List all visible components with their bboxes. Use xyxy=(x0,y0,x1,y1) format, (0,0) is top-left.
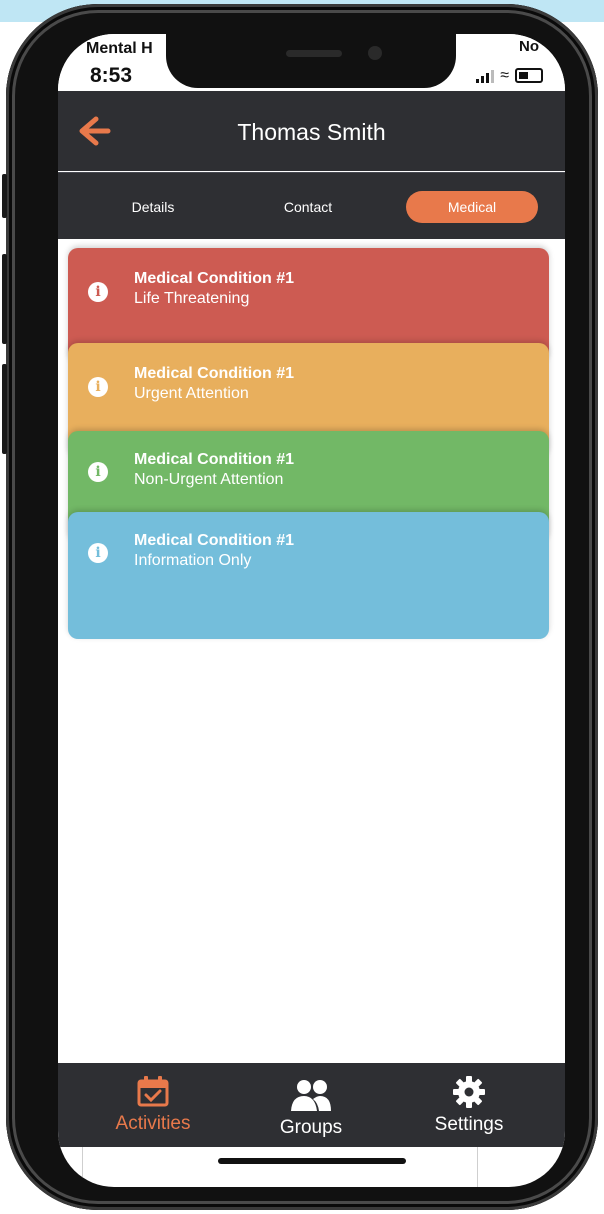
condition-severity: Urgent Attention xyxy=(134,385,249,402)
tab-contact[interactable]: Contact xyxy=(263,191,353,223)
phone-screen: Mental H No 8:53 ≈ Thomas Smith Details xyxy=(58,34,565,1187)
wifi-icon: ≈ xyxy=(500,66,509,84)
battery-icon xyxy=(515,68,543,83)
condition-title: Medical Condition #1 xyxy=(134,532,295,549)
home-indicator[interactable] xyxy=(218,1158,406,1164)
status-time: 8:53 xyxy=(90,64,133,87)
nav-label: Activities xyxy=(115,1113,191,1134)
bottom-nav: Activities Groups Settings xyxy=(58,1063,565,1147)
info-icon: i xyxy=(88,543,108,563)
tab-bar: Details Contact Medical xyxy=(58,172,565,239)
info-icon: i xyxy=(88,282,108,302)
nav-label: Groups xyxy=(279,1117,343,1138)
bottom-frame-lines xyxy=(82,1147,478,1187)
speaker-grille xyxy=(286,50,342,57)
side-button xyxy=(2,174,7,218)
status-bar: Mental H No 8:53 ≈ xyxy=(58,34,565,94)
tab-details[interactable]: Details xyxy=(108,191,198,223)
condition-severity: Life Threatening xyxy=(134,290,250,307)
info-icon: i xyxy=(88,462,108,482)
carrier-label: Mental H xyxy=(86,40,153,57)
condition-title: Medical Condition #1 xyxy=(134,365,295,382)
info-icon: i xyxy=(88,377,108,397)
gear-icon xyxy=(453,1076,485,1108)
condition-severity: Information Only xyxy=(134,552,252,569)
signal-icon xyxy=(476,69,495,83)
app-header: Thomas Smith xyxy=(58,91,565,171)
condition-card[interactable]: i Medical Condition #1 Information Only xyxy=(68,512,549,639)
nav-label: Settings xyxy=(434,1114,504,1135)
nav-activities[interactable]: Activities xyxy=(88,1063,218,1147)
calendar-check-icon xyxy=(137,1076,169,1107)
network-label: No xyxy=(519,38,539,55)
nav-settings[interactable]: Settings xyxy=(404,1063,534,1147)
front-camera xyxy=(368,46,382,60)
side-button xyxy=(2,254,7,344)
condition-severity: Non-Urgent Attention xyxy=(134,471,284,488)
nav-groups[interactable]: Groups xyxy=(246,1063,376,1147)
side-button xyxy=(2,364,7,454)
page-title: Thomas Smith xyxy=(237,119,386,145)
phone-frame: Mental H No 8:53 ≈ Thomas Smith Details xyxy=(2,4,598,1210)
condition-title: Medical Condition #1 xyxy=(134,451,295,468)
condition-title: Medical Condition #1 xyxy=(134,270,295,287)
tab-medical[interactable]: Medical xyxy=(406,191,538,223)
notch xyxy=(166,34,456,88)
users-icon xyxy=(291,1080,331,1111)
status-icons: ≈ xyxy=(476,66,543,84)
